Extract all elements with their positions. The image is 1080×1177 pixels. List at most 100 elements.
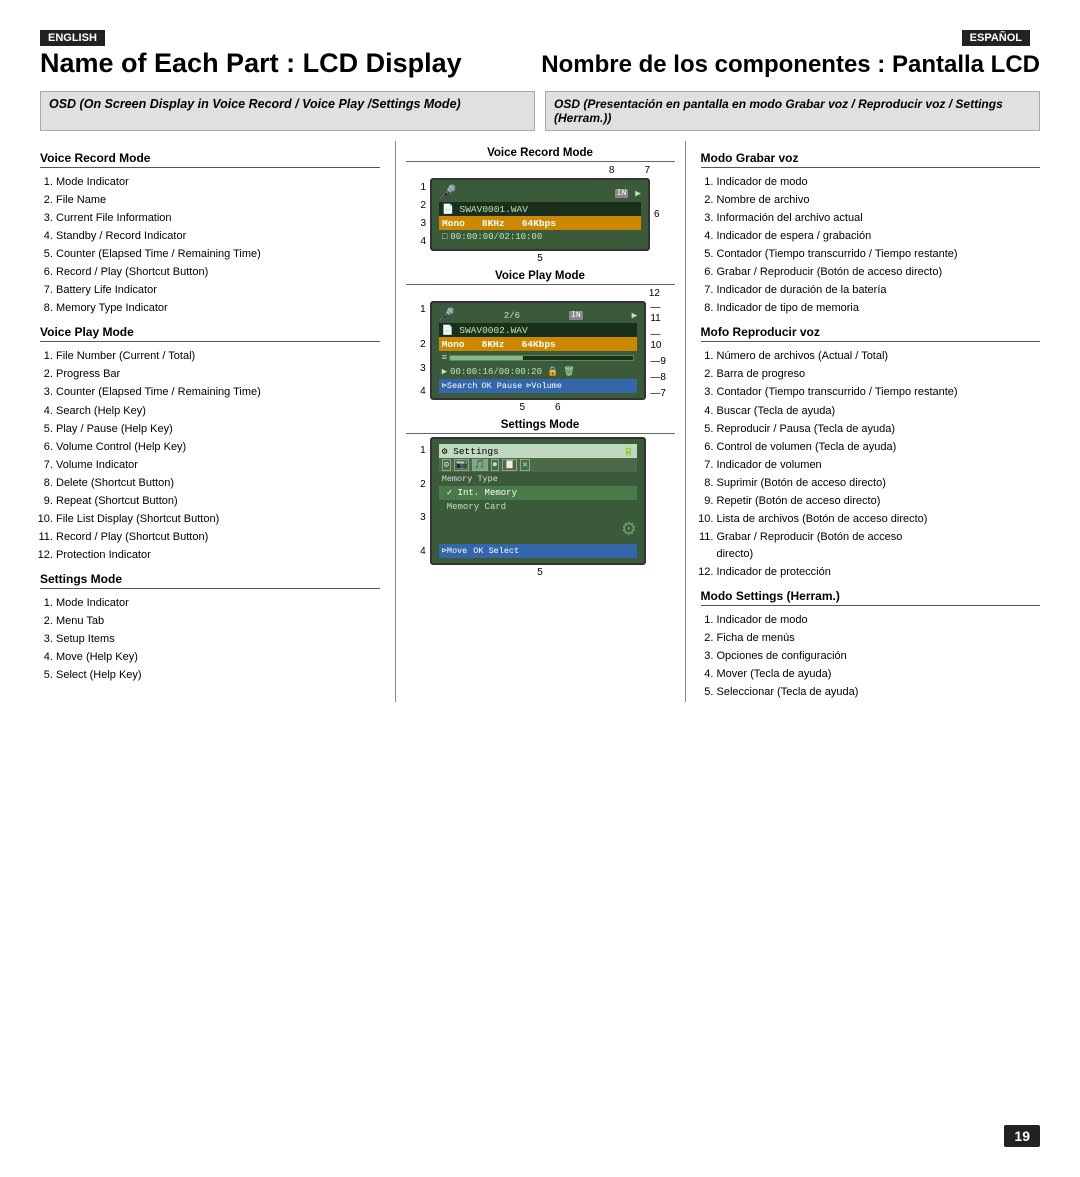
list-item: Record / Play (Shortcut Button) <box>56 264 380 281</box>
lcd-row-3: Mono 8KHz 64Kbps <box>439 216 641 230</box>
voice-record-list: Mode Indicator File Name Current File In… <box>40 174 380 317</box>
p-bannot-5: 5 <box>519 402 525 413</box>
list-item: Standby / Record Indicator <box>56 228 380 245</box>
annot-2: 2 <box>420 200 426 211</box>
screen2-title: Voice Play Mode <box>406 270 675 285</box>
left-text-column: Voice Record Mode Mode Indicator File Na… <box>40 141 396 702</box>
p-rannot-11: —11 <box>650 302 670 324</box>
annot-3: 3 <box>420 218 426 229</box>
subtitle-left: OSD (On Screen Display in Voice Record /… <box>40 91 535 131</box>
gear-icon: ⚙ <box>622 516 635 542</box>
screen2-wrapper: 12 1 2 3 4 🎤 2/6 <box>410 288 670 413</box>
lcd-row-2: 📄 SWAV0001.WAV <box>439 202 641 216</box>
list-item: Suprimir (Botón de acceso directo) <box>717 475 1041 492</box>
list-item: Delete (Shortcut Button) <box>56 475 380 492</box>
s-bottom-annot: 5 <box>410 567 670 578</box>
nav-select: OK Select <box>473 546 519 556</box>
list-item: Menu Tab <box>56 613 380 630</box>
nav-move: ⊳Move <box>442 546 468 556</box>
settings-row-2: ⚙ 📷 🎵 ⏺ 📋 ✕ <box>439 458 638 472</box>
timer-icon: □ <box>442 232 447 242</box>
screens-column: Voice Record Mode 8 7 1 2 3 4 <box>396 141 686 702</box>
list-item: Progress Bar <box>56 366 380 383</box>
p-annot-4: 3 <box>420 363 426 374</box>
modo-settings-heading: Modo Settings (Herram.) <box>701 589 1041 606</box>
list-item: Memory Type Indicator <box>56 300 380 317</box>
list-item: Barra de progreso <box>717 366 1041 383</box>
play-row-2: 📄 SWAV0002.WAV <box>439 323 638 337</box>
progress-fill <box>450 356 523 360</box>
voice-play-lcd: 🎤 2/6 IN ▶ 📄 SWAV0002.WAV Mono 8KHz 64Kb… <box>430 301 647 400</box>
elapsed-time: 00:00:16/00:00:20 <box>450 367 542 377</box>
audio-info-2: Mono 8KHz 64Kbps <box>442 339 556 350</box>
p-annot-3: 2 <box>420 339 426 350</box>
list-item: Indicador de protección <box>717 564 1041 581</box>
title-left: Name of Each Part : LCD Display <box>40 48 540 79</box>
settings-row-mem-card: Memory Card <box>439 500 638 514</box>
file-fraction: 2/6 <box>504 311 520 321</box>
tab-icon-4: ⏺ <box>491 459 500 471</box>
settings-mode-icon: ⚙ Settings <box>442 446 499 457</box>
list-item: Repeat (Shortcut Button) <box>56 493 380 510</box>
list-item: Search (Help Key) <box>56 403 380 420</box>
list-item: Información del archivo actual <box>717 210 1041 227</box>
tab-icon-1: ⚙ <box>442 459 451 471</box>
list-item: Mode Indicator <box>56 595 380 612</box>
bottom-annots-2: 5 6 <box>410 402 670 413</box>
title-right: Nombre de los componentes : Pantalla LCD <box>540 51 1040 79</box>
modo-settings-list: Indicador de modo Ficha de menús Opcione… <box>701 612 1041 701</box>
p-annot-5: 4 <box>420 386 426 397</box>
list-item: Select (Help Key) <box>56 667 380 684</box>
list-item: Lista de archivos (Botón de acceso direc… <box>717 511 1041 528</box>
s-annot-1: 1 <box>420 445 426 456</box>
list-item: Número de archivos (Actual / Total) <box>717 348 1041 365</box>
memory-in-badge: IN <box>615 189 629 198</box>
p-rannot-7: —7 <box>650 388 666 399</box>
screen3-wrapper: 1 2 3 4 ⚙ Settings 🔋 ⚙ <box>410 437 670 578</box>
btn-search: ⊳Search <box>442 381 478 391</box>
english-badge: ENGLISH <box>40 30 105 46</box>
list-item: File Name <box>56 192 380 209</box>
list-item: Current File Information <box>56 210 380 227</box>
list-item: Volume Indicator <box>56 457 380 474</box>
page-number: 19 <box>1004 1125 1040 1147</box>
p-annot-1: 1 <box>420 304 426 315</box>
settings-lcd: ⚙ Settings 🔋 ⚙ 📷 🎵 ⏺ 📋 ✕ <box>430 437 647 565</box>
subtitle-row: OSD (On Screen Display in Voice Record /… <box>40 91 1040 131</box>
s-annot-4: 4 <box>420 546 426 557</box>
voice-play-list: File Number (Current / Total) Progress B… <box>40 348 380 564</box>
title-row: Name of Each Part : LCD Display Nombre d… <box>40 48 1040 79</box>
play-arrow: ▶ <box>442 367 447 377</box>
left-annots-2: 1 2 3 4 <box>410 301 426 400</box>
left-annots-1: 1 2 3 4 <box>410 178 426 251</box>
list-item: Counter (Elapsed Time / Remaining Time) <box>56 384 380 401</box>
content-area: Voice Record Mode Mode Indicator File Na… <box>40 141 1040 702</box>
play-row-1: 🎤 2/6 IN ▶ <box>439 308 638 323</box>
settings-mode-heading: Settings Mode <box>40 572 380 589</box>
annot-6: 6 <box>654 209 660 220</box>
annot-8: 8 <box>609 165 615 176</box>
voice-play-heading: Voice Play Mode <box>40 325 380 342</box>
progress-icon: ≡ <box>442 353 447 363</box>
settings-row-nav: ⊳Move OK Select <box>439 544 638 558</box>
tab-icon-6: ✕ <box>520 459 529 471</box>
list-item: Seleccionar (Tecla de ayuda) <box>717 684 1041 701</box>
progress-bar-row: ≡ <box>439 351 638 365</box>
btn-volume: ⊳Volume <box>526 381 562 391</box>
page: ENGLISH ESPAÑOL Name of Each Part : LCD … <box>0 0 1080 1177</box>
filename-2: 📄 SWAV0002.WAV <box>442 325 528 336</box>
s-annot-2: 2 <box>420 479 426 490</box>
lcd-row-1: 🎤 IN ▶ <box>439 185 641 202</box>
list-item: Indicador de modo <box>717 174 1041 191</box>
settings-row-3-label: Memory Type <box>439 472 638 486</box>
list-item: Contador (Tiempo transcurrido / Tiempo r… <box>717 246 1041 263</box>
lock-icon: 🔒 <box>547 367 558 377</box>
list-item: File Number (Current / Total) <box>56 348 380 365</box>
settings-row-1: ⚙ Settings 🔋 <box>439 444 638 458</box>
time-counter: 00:00:00/02:10:00 <box>450 232 542 242</box>
right-text-column: Modo Grabar voz Indicador de modo Nombre… <box>686 141 1041 702</box>
s-annot-3: 3 <box>420 512 426 523</box>
list-item: Move (Help Key) <box>56 649 380 666</box>
annot-7: 7 <box>644 165 650 176</box>
screen1-wrapper: 8 7 1 2 3 4 🎤 <box>410 165 670 264</box>
